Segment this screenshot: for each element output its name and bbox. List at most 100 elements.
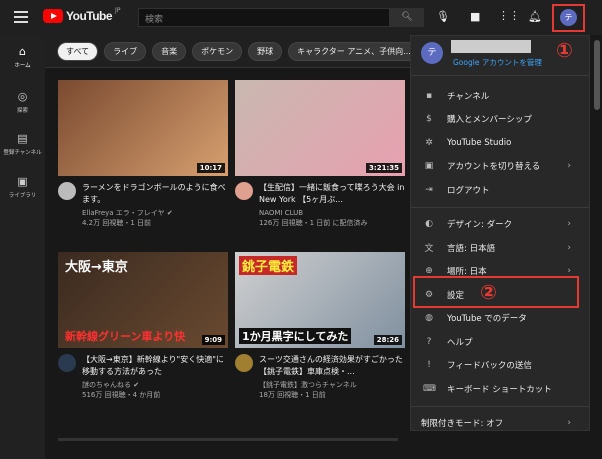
video-card[interactable]: 3:21:35 【生配信】一緒に飯食って喋ろう大会 in New York 【5…	[235, 80, 405, 228]
chevron-right-icon: ›	[567, 219, 571, 230]
video-stats: 126万 回視聴・1 日前 に配信済み	[259, 219, 368, 227]
video-thumbnail[interactable]: 大阪→東京 新幹線グリーン車より快 9:09	[58, 252, 228, 348]
explore-icon: ◎	[17, 90, 28, 103]
annotation-box-1	[552, 4, 585, 32]
feedback-icon: !	[427, 360, 431, 371]
notifications-bell-icon[interactable]: 🔔︎	[528, 10, 542, 23]
video-title[interactable]: スーツ交通さんの経済効果がすごかった【銚子電鉄】車庫点検・...	[259, 354, 405, 378]
search-button[interactable]: 🔍︎	[390, 8, 424, 27]
menu-item-logout[interactable]: ⇥ ログアウト	[411, 178, 589, 202]
sidebar-item-subscriptions[interactable]: ▤ 登録チャンネル	[0, 132, 45, 156]
logout-icon: ⇥	[425, 184, 433, 195]
channel-avatar[interactable]	[235, 354, 253, 372]
video-duration: 3:21:35	[366, 163, 402, 173]
location-icon: ⊕	[425, 266, 433, 277]
video-card[interactable]: 大阪→東京 新幹線グリーン車より快 9:09 【大阪→東京】新幹線より"安く快適…	[58, 252, 228, 400]
appearance-icon: ◐	[425, 219, 433, 230]
thumbnail-caption: 銚子電鉄	[239, 256, 298, 275]
menu-item-purchases[interactable]: $ 購入とメンバーシップ	[411, 108, 589, 132]
keyboard-icon: ⌨	[423, 383, 436, 394]
menu-item-studio[interactable]: ✲ YouTube Studio	[411, 131, 589, 155]
chevron-right-icon: ›	[567, 161, 571, 172]
home-icon: ⌂	[19, 45, 26, 58]
chip-all[interactable]: すべて	[57, 41, 99, 61]
menu-item-channel[interactable]: ▪ チャンネル	[411, 84, 589, 108]
menu-item-label: デザイン: ダーク	[447, 220, 513, 231]
youtube-logo[interactable]: YouTube JP	[43, 7, 120, 23]
video-thumbnail[interactable]: 3:21:35	[235, 80, 405, 176]
chip-pokemon[interactable]: ポケモン	[192, 41, 243, 61]
menu-item-label: キーボード ショートカット	[447, 384, 552, 395]
video-thumbnail[interactable]: 銚子電鉄 1か月黒字にしてみた 28:26	[235, 252, 405, 348]
menu-item-label: チャンネル	[447, 91, 490, 102]
menu-avatar: テ	[421, 42, 443, 64]
manage-google-account-link[interactable]: Google アカウントを管理	[453, 57, 542, 68]
create-video-icon[interactable]: ■	[470, 10, 480, 23]
chevron-right-icon: ›	[567, 266, 571, 277]
menu-item-feedback[interactable]: ! フィードバックの送信	[411, 354, 589, 378]
menu-item-label: 購入とメンバーシップ	[447, 115, 532, 126]
channel-name[interactable]: 謎のちゃんねる ✔	[82, 380, 228, 390]
sidebar: ⌂ ホーム ◎ 探索 ▤ 登録チャンネル ▣ ライブラリ	[0, 35, 45, 459]
video-duration: 9:09	[201, 335, 225, 345]
channel-avatar[interactable]	[58, 354, 76, 372]
menu-item-your-data[interactable]: ◍ YouTube でのデータ	[411, 307, 589, 331]
chip-music[interactable]: 音楽	[152, 41, 187, 61]
channel-name[interactable]: EllaFreya エラ・フレイヤ ✔	[82, 208, 228, 218]
channel-avatar[interactable]	[58, 182, 76, 200]
menu-item-keyboard[interactable]: ⌨ キーボード ショートカット	[411, 377, 589, 401]
chip-baseball[interactable]: 野球	[248, 41, 283, 61]
apps-grid-icon[interactable]: ⋮⋮	[498, 9, 520, 22]
help-icon: ?	[426, 336, 432, 347]
annotation-step-1: ①	[556, 38, 573, 62]
hamburger-menu-icon[interactable]	[14, 11, 28, 23]
account-name-redacted	[451, 40, 531, 53]
thumbnail-caption: 新幹線グリーン車より快	[65, 330, 186, 343]
menu-item-label: フィードバックの送信	[447, 361, 532, 372]
video-stats: 18万 回視聴・1 日前	[259, 391, 326, 399]
video-title[interactable]: ラーメンをドラゴンボールのように食べます。	[82, 182, 228, 206]
video-stats: 516万 回視聴・4 か月前	[82, 391, 161, 399]
studio-icon: ✲	[425, 137, 433, 148]
switch-account-icon: ▣	[424, 161, 434, 172]
sidebar-item-home[interactable]: ⌂ ホーム	[0, 45, 45, 69]
sidebar-item-explore[interactable]: ◎ 探索	[0, 90, 45, 114]
search-input[interactable]: 検索	[138, 8, 390, 27]
chip-kids-anime[interactable]: キャラクター アニメ、子供向...	[288, 41, 410, 61]
section-divider	[58, 438, 398, 441]
language-icon: 文	[424, 244, 434, 255]
video-card[interactable]: 銚子電鉄 1か月黒字にしてみた 28:26 スーツ交通さんの経済効果がすごかった…	[235, 252, 405, 400]
top-bar: YouTube JP 検索 🔍︎ 🎙︎ ■ ⋮⋮ 🔔︎ テ	[0, 0, 602, 35]
menu-divider	[411, 206, 589, 208]
search-icon: 🔍︎	[401, 12, 413, 22]
menu-item-help[interactable]: ? ヘルプ	[411, 330, 589, 354]
menu-item-label: ヘルプ	[447, 337, 473, 348]
video-thumbnail[interactable]: 10:17	[58, 80, 228, 176]
youtube-play-icon	[43, 9, 63, 23]
menu-item-restricted-mode[interactable]: 制限付きモード: オフ ›	[411, 412, 589, 436]
menu-item-label: YouTube Studio	[447, 137, 512, 148]
sidebar-item-library[interactable]: ▣ ライブラリ	[0, 175, 45, 199]
menu-divider	[411, 405, 589, 407]
menu-item-language[interactable]: 文 言語: 日本語 ›	[411, 236, 589, 260]
thumbnail-caption: 大阪→東京	[65, 260, 128, 275]
video-title[interactable]: 【大阪→東京】新幹線より"安く快適"に移動する方法があった	[82, 354, 228, 378]
channel-avatar[interactable]	[235, 182, 253, 200]
your-data-icon: ◍	[425, 313, 433, 324]
scrollbar-thumb[interactable]	[594, 40, 600, 110]
video-card[interactable]: 10:17 ラーメンをドラゴンボールのように食べます。 EllaFreya エラ…	[58, 80, 228, 228]
video-title[interactable]: 【生配信】一緒に飯食って喋ろう大会 in New York 【5ヶ月ぶ...	[259, 182, 405, 206]
filter-chips: すべて ライブ 音楽 ポケモン 野球 キャラクター アニメ、子供向...	[45, 35, 410, 68]
menu-item-switch-account[interactable]: ▣ アカウントを切り替える ›	[411, 155, 589, 179]
menu-item-label: 制限付きモード: オフ	[421, 419, 504, 430]
thumbnail-caption: 1か月黒字にしてみた	[239, 328, 352, 344]
chevron-right-icon: ›	[567, 242, 571, 253]
channel-name[interactable]: NAOMI CLUB	[259, 208, 405, 218]
video-duration: 10:17	[196, 163, 225, 173]
chip-live[interactable]: ライブ	[104, 41, 147, 61]
chevron-right-icon: ›	[567, 418, 571, 429]
menu-item-appearance[interactable]: ◐ デザイン: ダーク ›	[411, 213, 589, 237]
channel-name[interactable]: 【銚子電鉄】激つらチャンネル	[259, 380, 405, 390]
menu-item-label: アカウントを切り替える	[447, 162, 541, 173]
microphone-icon[interactable]: 🎙︎	[436, 10, 450, 23]
